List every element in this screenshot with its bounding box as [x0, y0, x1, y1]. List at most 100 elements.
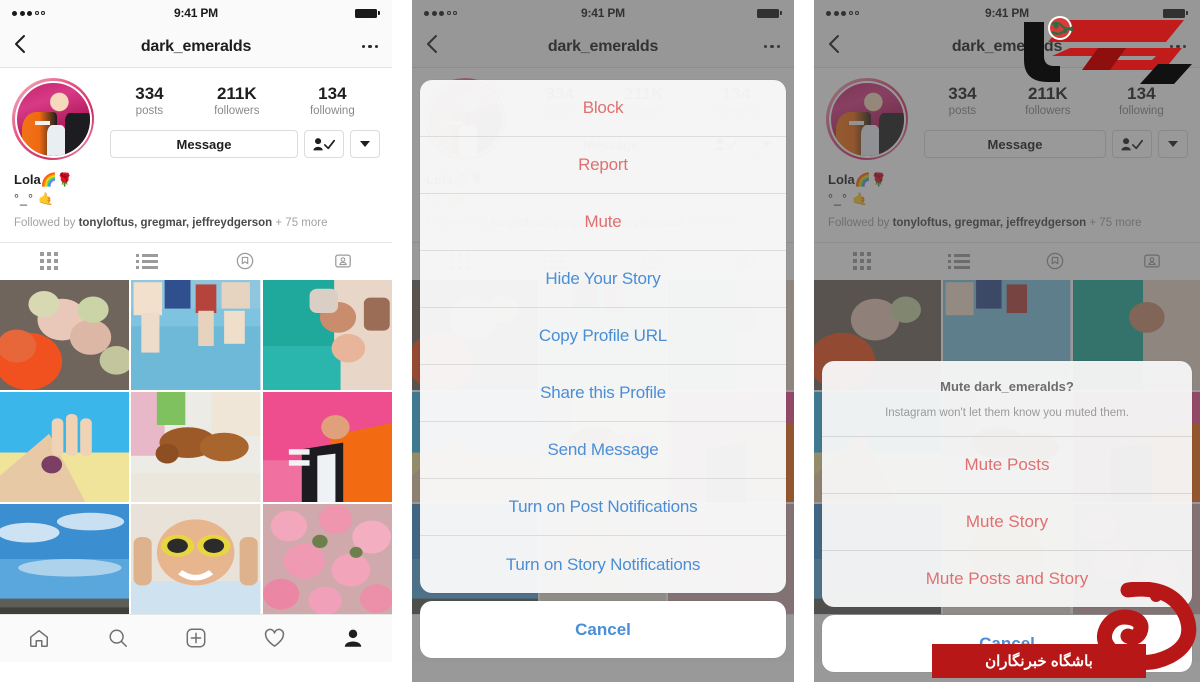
panel-divider	[794, 0, 814, 682]
action-sheet-item-turn-on-story-notifications[interactable]: Turn on Story Notifications	[420, 536, 786, 593]
action-sheet: Block Report Mute Hide Your Story Copy P…	[420, 80, 786, 593]
stat-following[interactable]: 134 following	[310, 84, 355, 118]
tagged-photos-icon	[1143, 254, 1160, 268]
grid-tab[interactable]	[814, 243, 911, 280]
grid-tab[interactable]	[0, 243, 98, 280]
tagged-tab[interactable]	[1104, 243, 1200, 280]
grid-photo[interactable]	[131, 391, 261, 502]
followed-by-suffix: + 75 more	[272, 217, 328, 230]
saved-tab[interactable]	[196, 243, 294, 280]
followers-count: 211K	[1027, 84, 1068, 103]
profile-stats: 334 posts 211K followers 134 following	[94, 78, 380, 159]
followed-by-names: tonyloftus, gregmar, jeffreydgerson	[892, 217, 1087, 230]
followed-by-line[interactable]: Followed by tonyloftus, gregmar, jeffrey…	[12, 208, 380, 242]
followed-by-prefix: Followed by	[14, 217, 79, 230]
home-tab[interactable]	[0, 627, 78, 649]
grid-photo[interactable]	[0, 503, 130, 614]
grid-photo[interactable]	[262, 279, 392, 390]
add-post-tab[interactable]	[157, 627, 235, 649]
action-sheet-cancel-button[interactable]: Cancel	[420, 601, 786, 658]
grid-photo[interactable]	[0, 279, 130, 390]
grid-photo[interactable]	[262, 391, 392, 502]
following-person-check-icon[interactable]	[1112, 130, 1152, 159]
followed-by-suffix: + 75 more	[1086, 217, 1142, 230]
more-actions-chevron-icon[interactable]	[350, 130, 380, 159]
bio-display-name: Lola🌈🌹	[14, 172, 74, 187]
mute-alert-subtitle: Instagram won't let them know you muted …	[885, 406, 1129, 419]
following-label: following	[309, 104, 355, 117]
action-sheet-item-mute[interactable]: Mute	[420, 194, 786, 251]
avatar-story-ring[interactable]	[826, 78, 908, 160]
stat-posts[interactable]: 334 posts	[948, 84, 976, 118]
page-title: dark_emeralds	[951, 37, 1063, 55]
bookmark-circle-icon	[236, 252, 254, 270]
list-tab[interactable]	[98, 243, 196, 280]
followers-label: followers	[214, 104, 260, 117]
profile-tab-strip	[0, 241, 392, 280]
stat-followers[interactable]: 211K followers	[214, 84, 259, 118]
profile-stats: 334 posts 211K followers 134 following	[908, 78, 1188, 159]
photo-grid	[0, 279, 392, 614]
grid-photo[interactable]	[262, 503, 392, 614]
status-bar: 9:41 PM	[412, 0, 794, 26]
grid-photo[interactable]	[0, 391, 130, 502]
action-sheet-item-block[interactable]: Block	[420, 80, 786, 137]
activity-heart-icon	[264, 628, 285, 647]
mute-alert: Mute dark_emeralds? Instagram won't let …	[822, 361, 1192, 607]
action-sheet-item-share-this-profile[interactable]: Share this Profile	[420, 365, 786, 422]
action-sheet-layer: Block Report Mute Hide Your Story Copy P…	[412, 0, 794, 682]
status-bar-time: 9:41 PM	[985, 6, 1029, 20]
message-button[interactable]: Message	[110, 130, 298, 159]
saved-tab[interactable]	[1007, 243, 1104, 280]
avatar-story-ring[interactable]	[12, 78, 94, 160]
followers-count: 211K	[216, 84, 257, 103]
bookmark-circle-icon	[1046, 252, 1064, 270]
action-sheet-item-turn-on-post-notifications[interactable]: Turn on Post Notifications	[420, 479, 786, 536]
profile-tab-strip	[814, 241, 1200, 280]
more-options-icon[interactable]	[1169, 44, 1186, 49]
mute-story-button[interactable]: Mute Story	[822, 493, 1192, 550]
tagged-tab[interactable]	[294, 243, 392, 280]
action-sheet-item-send-message[interactable]: Send Message	[420, 422, 786, 479]
grid-icon	[40, 252, 58, 271]
grid-photo[interactable]	[131, 503, 261, 614]
nav-bar: dark_emeralds	[814, 26, 1200, 68]
bio-display-name: Lola🌈🌹	[828, 172, 888, 187]
stat-following[interactable]: 134 following	[1119, 84, 1164, 118]
following-count: 134	[318, 84, 347, 103]
posts-label: posts	[948, 104, 977, 117]
stat-posts[interactable]: 334 posts	[135, 84, 163, 118]
activity-tab[interactable]	[235, 627, 313, 650]
more-options-icon[interactable]	[763, 44, 780, 49]
search-tab[interactable]	[78, 627, 156, 649]
avatar[interactable]	[14, 80, 92, 158]
following-label: following	[1118, 104, 1164, 117]
followed-by-line[interactable]: Followed by tonyloftus, gregmar, jeffrey…	[826, 208, 1188, 242]
panel-divider	[392, 0, 412, 682]
more-options-icon[interactable]	[361, 44, 378, 49]
avatar[interactable]	[828, 80, 906, 158]
following-person-check-icon[interactable]	[304, 130, 344, 159]
status-bar-time: 9:41 PM	[581, 6, 625, 20]
mute-alert-cancel-button[interactable]: Cancel	[822, 615, 1192, 672]
profile-tab[interactable]	[314, 627, 392, 649]
bottom-nav-bar	[0, 613, 392, 662]
tagged-photos-icon	[335, 254, 351, 268]
grid-photo[interactable]	[131, 279, 261, 390]
mute-posts-and-story-button[interactable]: Mute Posts and Story	[822, 550, 1192, 607]
phone-panel-profile: 9:41 PM dark_emeralds 334 posts 211K fol…	[0, 0, 392, 682]
nav-bar: dark_emeralds	[0, 26, 392, 68]
message-button[interactable]: Message	[924, 130, 1106, 159]
action-sheet-item-hide-your-story[interactable]: Hide Your Story	[420, 251, 786, 308]
posts-count: 334	[135, 84, 164, 103]
status-bar: 9:41 PM	[814, 0, 1200, 26]
mute-posts-button[interactable]: Mute Posts	[822, 436, 1192, 493]
action-sheet-item-copy-profile-url[interactable]: Copy Profile URL	[420, 308, 786, 365]
action-sheet-item-report[interactable]: Report	[420, 137, 786, 194]
more-actions-chevron-icon[interactable]	[1158, 130, 1188, 159]
home-icon	[30, 630, 49, 648]
list-tab[interactable]	[911, 243, 1008, 280]
page-title: dark_emeralds	[547, 37, 659, 55]
nav-bar: dark_emeralds	[412, 26, 794, 68]
stat-followers[interactable]: 211K followers	[1025, 84, 1070, 118]
